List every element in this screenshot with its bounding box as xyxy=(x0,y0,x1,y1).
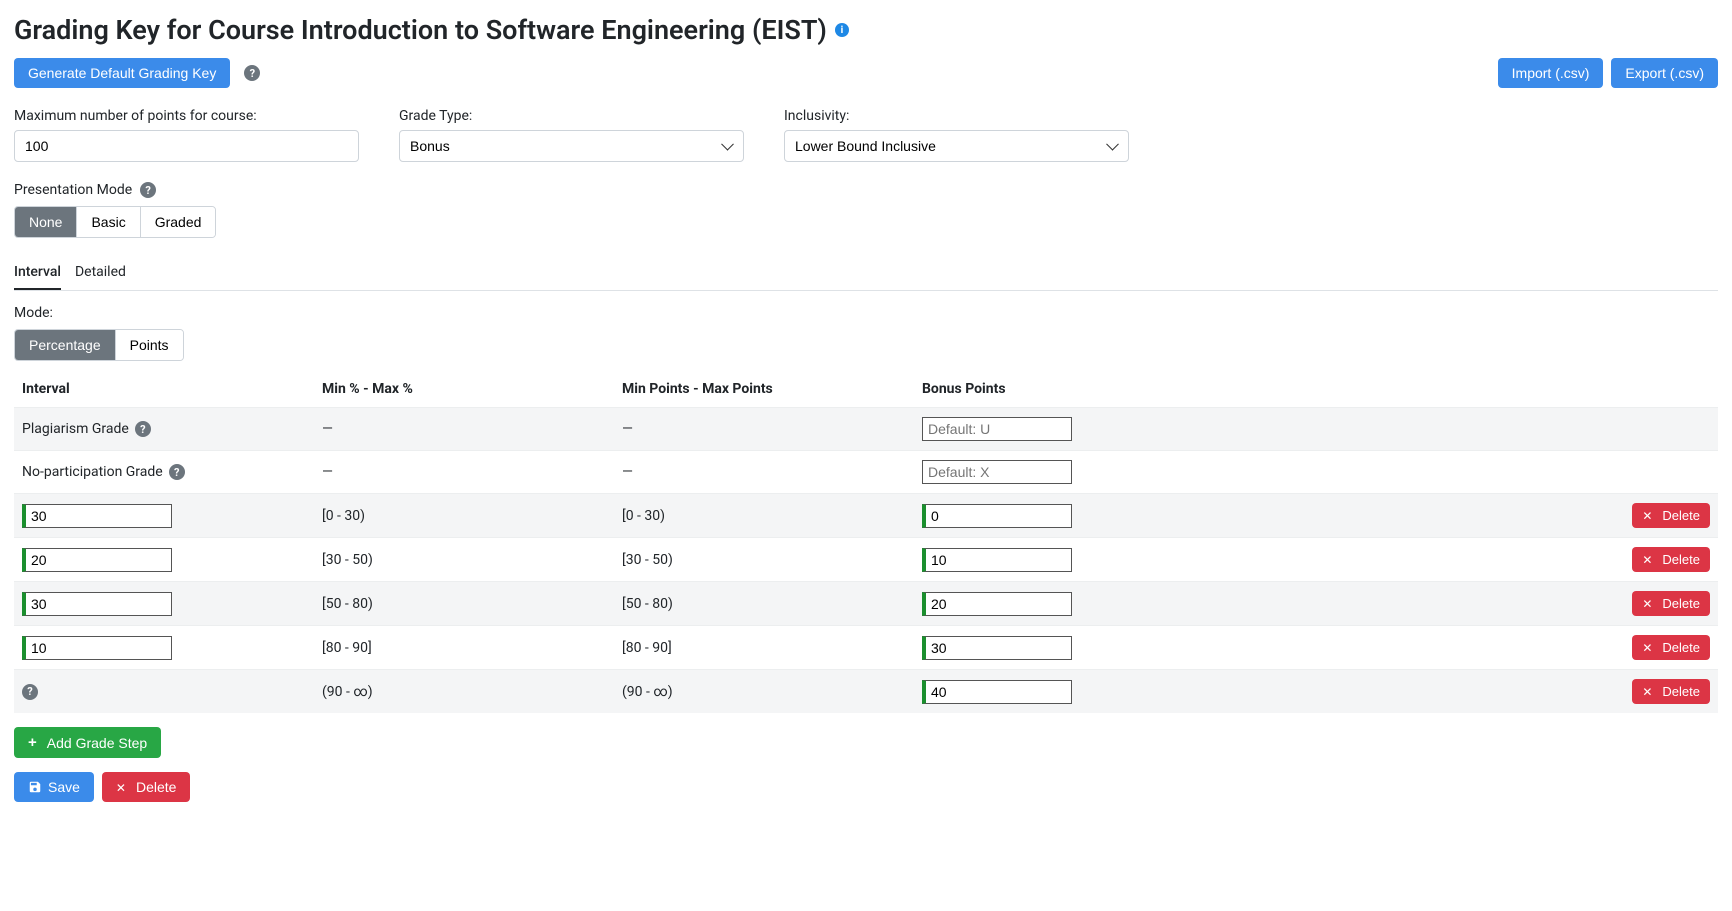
help-icon[interactable]: ? xyxy=(22,684,38,700)
add-grade-step-button[interactable]: Add Grade Step xyxy=(14,727,161,758)
save-icon xyxy=(28,780,42,794)
delete-row-button[interactable]: Delete xyxy=(1632,679,1710,704)
table-row-special: No-participation Grade ? —— xyxy=(14,451,1718,494)
bonus-input[interactable] xyxy=(922,680,1072,704)
bonus-input[interactable] xyxy=(922,504,1072,528)
max-points-label: Maximum number of points for course: xyxy=(14,108,359,124)
pct-cell: — xyxy=(314,451,614,494)
default-grade-input[interactable] xyxy=(922,460,1072,484)
interval-input[interactable] xyxy=(22,548,172,572)
table-row: [30 - 50)[30 - 50) Delete xyxy=(14,538,1718,582)
grading-table: Interval Min % - Max % Min Points - Max … xyxy=(14,371,1718,713)
page-title-text: Grading Key for Course Introduction to S… xyxy=(14,14,827,46)
delete-row-button[interactable]: Delete xyxy=(1632,503,1710,528)
pct-cell: — xyxy=(314,408,614,451)
import-csv-button[interactable]: Import (.csv) xyxy=(1498,58,1604,88)
pct-cell: [0 - 30) xyxy=(314,494,614,538)
inclusivity-label: Inclusivity: xyxy=(784,108,1129,124)
help-icon[interactable]: ? xyxy=(244,65,260,81)
th-interval: Interval xyxy=(14,371,314,408)
mode-label: Mode: xyxy=(14,305,53,321)
table-row: [0 - 30)[0 - 30) Delete xyxy=(14,494,1718,538)
presentation-mode-none[interactable]: None xyxy=(15,207,77,237)
close-icon xyxy=(116,779,130,795)
pts-cell: [0 - 30) xyxy=(614,494,914,538)
close-icon xyxy=(1642,508,1656,523)
pct-cell: [50 - 80) xyxy=(314,582,614,626)
plus-icon xyxy=(28,734,41,751)
th-min-max-pts: Min Points - Max Points xyxy=(614,371,914,408)
bonus-input[interactable] xyxy=(922,548,1072,572)
th-bonus: Bonus Points xyxy=(914,371,1618,408)
bonus-input[interactable] xyxy=(922,636,1072,660)
table-row: ? (90 - ∞)(90 - ∞) Delete xyxy=(14,670,1718,714)
tab-detailed[interactable]: Detailed xyxy=(75,264,126,290)
default-grade-input[interactable] xyxy=(922,417,1072,441)
delete-row-button[interactable]: Delete xyxy=(1632,547,1710,572)
pts-cell: [30 - 50) xyxy=(614,538,914,582)
inclusivity-select[interactable]: Lower Bound Inclusive xyxy=(784,130,1129,162)
help-icon[interactable]: ? xyxy=(140,182,156,198)
interval-input[interactable] xyxy=(22,592,172,616)
row-label: Plagiarism Grade xyxy=(22,421,129,437)
delete-row-button[interactable]: Delete xyxy=(1632,635,1710,660)
max-points-input[interactable] xyxy=(14,130,359,162)
generate-default-button[interactable]: Generate Default Grading Key xyxy=(14,58,230,88)
table-row: [50 - 80)[50 - 80) Delete xyxy=(14,582,1718,626)
table-row-special: Plagiarism Grade ? —— xyxy=(14,408,1718,451)
presentation-mode-label: Presentation Mode xyxy=(14,182,132,198)
pts-cell: (90 - ∞) xyxy=(614,670,914,714)
mode-percentage[interactable]: Percentage xyxy=(15,330,116,360)
grade-type-label: Grade Type: xyxy=(399,108,744,124)
bonus-input[interactable] xyxy=(922,592,1072,616)
close-icon xyxy=(1642,596,1656,611)
interval-input[interactable] xyxy=(22,504,172,528)
close-icon xyxy=(1642,684,1656,699)
help-icon[interactable]: ? xyxy=(135,421,151,437)
presentation-mode-group: NoneBasicGraded xyxy=(14,206,216,238)
interval-input[interactable] xyxy=(22,636,172,660)
help-icon[interactable]: ? xyxy=(169,464,185,480)
row-label: No-participation Grade xyxy=(22,464,163,480)
pts-cell: [80 - 90] xyxy=(614,626,914,670)
grade-type-select[interactable]: Bonus xyxy=(399,130,744,162)
pct-cell: [80 - 90] xyxy=(314,626,614,670)
pts-cell: [50 - 80) xyxy=(614,582,914,626)
pct-cell: [30 - 50) xyxy=(314,538,614,582)
info-icon[interactable]: i xyxy=(835,23,849,37)
pct-cell: (90 - ∞) xyxy=(314,670,614,714)
mode-points[interactable]: Points xyxy=(116,330,183,360)
presentation-mode-graded[interactable]: Graded xyxy=(141,207,216,237)
delete-button[interactable]: Delete xyxy=(102,772,191,802)
presentation-mode-basic[interactable]: Basic xyxy=(77,207,140,237)
export-csv-button[interactable]: Export (.csv) xyxy=(1611,58,1718,88)
pts-cell: — xyxy=(614,451,914,494)
delete-row-button[interactable]: Delete xyxy=(1632,591,1710,616)
page-title: Grading Key for Course Introduction to S… xyxy=(14,14,1718,46)
tab-interval[interactable]: Interval xyxy=(14,264,61,290)
save-button[interactable]: Save xyxy=(14,772,94,802)
mode-group: PercentagePoints xyxy=(14,329,184,361)
close-icon xyxy=(1642,552,1656,567)
pts-cell: — xyxy=(614,408,914,451)
table-row: [80 - 90][80 - 90] Delete xyxy=(14,626,1718,670)
th-min-max-pct: Min % - Max % xyxy=(314,371,614,408)
close-icon xyxy=(1642,640,1656,655)
